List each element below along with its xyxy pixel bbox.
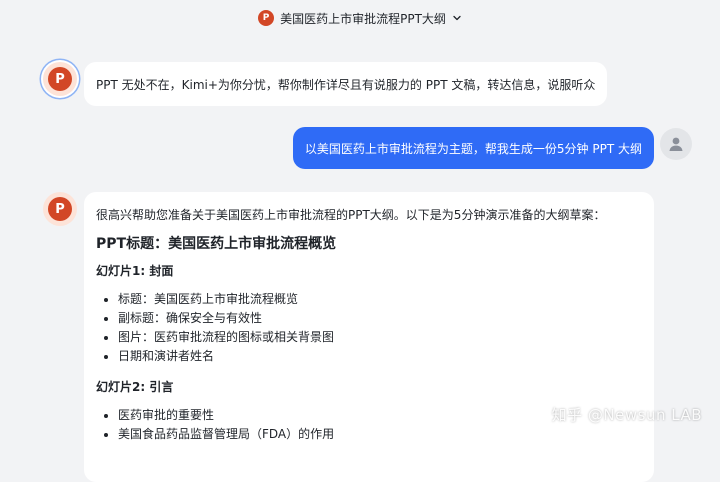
chevron-down-icon: [453, 15, 461, 21]
conversation-header: P 美国医药上市审批流程PPT大纲: [0, 0, 720, 36]
ppt-icon: P: [258, 10, 275, 26]
conversation-title: 美国医药上市审批流程PPT大纲: [280, 11, 446, 26]
outline-intro: 很高兴帮助您准备关于美国医药上市审批流程的PPT大纲。以下是为5分钟演示准备的大…: [96, 208, 606, 222]
user-icon: [669, 137, 683, 151]
bot-message-text: PPT 无处不在，Kimi+为你分忧，帮你制作详尽且有说服力的 PPT 文稿，转…: [96, 77, 596, 92]
bot-avatar: P: [43, 62, 77, 96]
list-item: 副标题：确保安全与有效性: [118, 309, 642, 328]
list-item: 标题：美国医药上市审批流程概览: [118, 290, 642, 309]
slide-bullet-list: 标题：美国医药上市审批流程概览 副标题：确保安全与有效性 图片：医药审批流程的图…: [96, 290, 642, 366]
slide-heading: 幻灯片2: 引言: [96, 380, 174, 394]
list-item: 日期和演讲者姓名: [118, 347, 642, 366]
list-item: 图片：医药审批流程的图标或相关背景图: [118, 328, 642, 347]
bot-message-greeting: PPT 无处不在，Kimi+为你分忧，帮你制作详尽且有说服力的 PPT 文稿，转…: [84, 62, 608, 106]
user-message: 以美国医药上市审批流程为主题，帮我生成一份5分钟 PPT 大纲: [292, 127, 654, 169]
list-item: 美国食品药品监督管理局（FDA）的作用: [118, 425, 642, 444]
user-message-text: 以美国医药上市审批流程为主题，帮我生成一份5分钟 PPT 大纲: [304, 141, 642, 156]
ppt-icon: P: [48, 67, 72, 91]
bot-message-outline: 很高兴帮助您准备关于美国医药上市审批流程的PPT大纲。以下是为5分钟演示准备的大…: [84, 192, 654, 482]
conversation-title-dropdown[interactable]: P 美国医药上市审批流程PPT大纲: [258, 10, 462, 27]
user-avatar: [660, 128, 692, 160]
ppt-icon: P: [48, 197, 72, 221]
slide-heading: 幻灯片1: 封面: [96, 264, 174, 278]
outline-ppt-title: PPT标题：美国医药上市审批流程概览: [96, 236, 337, 252]
bot-avatar: P: [43, 192, 77, 226]
watermark: 知乎 @Newsun LAB: [551, 406, 702, 424]
